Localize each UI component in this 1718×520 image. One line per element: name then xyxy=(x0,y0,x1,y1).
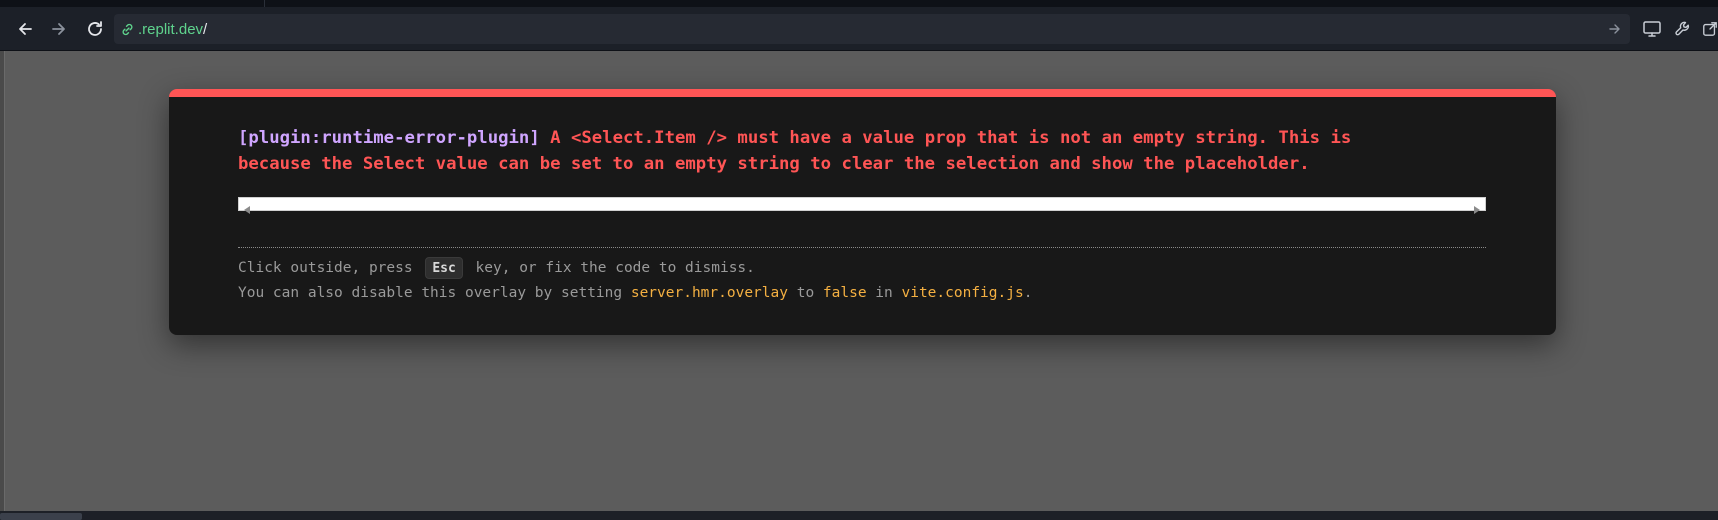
scroll-left-icon[interactable] xyxy=(243,200,251,219)
tip-text: . xyxy=(1023,285,1033,301)
url-host: .replit.dev xyxy=(138,20,204,38)
error-line-2: because the Select value can be set to a… xyxy=(238,154,1310,174)
link-icon xyxy=(120,21,136,37)
tip-text: Click outside, press xyxy=(238,260,422,276)
tip-text: in xyxy=(866,285,902,301)
url-path: / xyxy=(203,20,208,38)
dismiss-tip: Click outside, press Esc key, or fix the… xyxy=(238,257,755,279)
back-arrow-icon[interactable] xyxy=(14,18,36,40)
esc-key-badge: Esc xyxy=(425,257,463,279)
tab-divider xyxy=(264,0,265,7)
scrollbar-thumb[interactable] xyxy=(0,513,82,520)
reload-icon[interactable] xyxy=(84,18,106,40)
monitor-icon[interactable] xyxy=(1641,18,1663,40)
scroll-right-icon[interactable] xyxy=(1473,200,1481,219)
url-text: .replit.dev/ xyxy=(138,21,207,38)
browser-toolbar: .replit.dev/ xyxy=(0,7,1718,51)
wrench-icon[interactable] xyxy=(1672,18,1694,40)
config-value: false xyxy=(822,285,867,301)
horizontal-scrollbar[interactable] xyxy=(238,197,1486,214)
vite-error-overlay[interactable]: [plugin:runtime-error-plugin] A <Select.… xyxy=(169,89,1556,335)
config-file: vite.config.js xyxy=(901,285,1024,301)
tip-text: You can also disable this overlay by set… xyxy=(238,285,631,301)
tip-text: key, or fix the code to dismiss. xyxy=(466,260,755,276)
tip-text: to xyxy=(787,285,823,301)
error-message: [plugin:runtime-error-plugin] A <Select.… xyxy=(238,125,1488,177)
left-panel-edge xyxy=(0,51,5,511)
new-window-icon[interactable] xyxy=(1702,18,1718,40)
plugin-name: [plugin:runtime-error-plugin] xyxy=(238,128,540,148)
divider xyxy=(238,247,1486,248)
forward-arrow-icon[interactable] xyxy=(48,18,70,40)
bottom-scrollbar[interactable] xyxy=(0,511,1718,520)
tab-strip xyxy=(0,0,1718,7)
disable-overlay-tip: You can also disable this overlay by set… xyxy=(238,285,1032,301)
address-bar[interactable]: .replit.dev/ xyxy=(114,14,1630,44)
config-key: server.hmr.overlay xyxy=(630,285,788,301)
go-arrow-icon[interactable] xyxy=(1608,21,1622,40)
error-line-1: A <Select.Item /> must have a value prop… xyxy=(550,128,1352,148)
